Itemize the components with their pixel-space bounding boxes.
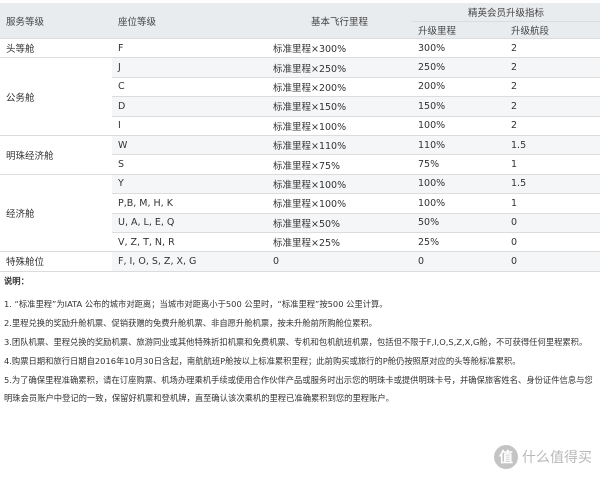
header-service-class: 服务等级 [0,3,112,39]
upgrade-segments-cell: 0 [505,213,600,233]
upgrade-segments-cell: 2 [505,96,600,117]
seat-class-cell: U, A, L, E, Q [112,213,267,233]
table-body: 头等舱 F 标准里程×300% 300% 2 公务舱 J 标准里程×250% 250% 2 C 标准里… [0,38,600,272]
seat-class-cell: C [112,77,267,98]
service-class-cell: 头等舱 [0,38,112,59]
note-item-2: 2.里程兑换的奖励升舱机票、促销获赠的免费升舱机票、非自愿升舱机票，按未升舱前所… [4,318,377,328]
seat-class-cell: J [112,57,267,78]
upgrade-segments-cell: 1 [505,193,600,214]
upgrade-miles-cell: 25% [412,232,505,253]
table-row: 头等舱 F 标准里程×300% 300% 2 [0,38,600,59]
mileage-table: 服务等级 座位等级 基本飞行里程 精英会员升级指标 升级里程 升级航段 头等舱 F… [0,3,600,272]
header-elite-upgrade: 精英会员升级指标 [412,3,600,22]
base-miles-cell: 标准里程×100% [267,116,412,136]
header-base-miles: 基本飞行里程 [267,3,412,39]
upgrade-segments-cell: 2 [505,77,600,98]
base-miles-cell: 0 [267,251,412,272]
base-miles-cell: 标准里程×250% [267,57,412,78]
base-miles-cell: 标准里程×50% [267,213,412,233]
upgrade-segments-cell: 2 [505,116,600,136]
table-row: 公务舱 J 标准里程×250% 250% 2 [0,57,600,136]
service-class-cell: 经济舱 [0,174,112,253]
upgrade-miles-cell: 100% [412,193,505,214]
upgrade-miles-cell: 50% [412,213,505,233]
seat-class-cell: I [112,116,267,136]
seat-class-cell: V, Z, T, N, R [112,232,267,253]
notes-section: 说明： 1. “标准里程”为IATA 公布的城市对距离；当城市对距离小于500 … [4,272,596,408]
note-item-4: 4.购票日期和旅行日期自2016年10月30日含起，南航航班P舱按以上标准累积里… [4,356,521,366]
seat-class-cell: W [112,135,267,156]
base-miles-cell: 标准里程×150% [267,96,412,117]
note-item-5: 5.为了确保里程准确累积，请在订座购票、机场办理乘机手续或使用合作伙伴产品或服务… [4,375,593,403]
table-row: 经济舱 Y 标准里程×100% 100% 1.5 [0,174,600,253]
watermark: 值 什么值得买 [494,445,592,469]
watermark-text: 什么值得买 [522,450,592,466]
upgrade-miles-cell: 250% [412,57,505,78]
service-class-cell: 明珠经济舱 [0,135,112,175]
base-miles-cell: 标准里程×75% [267,154,412,175]
upgrade-segments-cell: 1.5 [505,174,600,195]
header-upgrade-miles: 升级里程 [412,21,505,39]
upgrade-miles-cell: 200% [412,77,505,98]
service-class-cell: 公务舱 [0,57,112,136]
base-miles-cell: 标准里程×300% [267,38,412,59]
base-miles-cell: 标准里程×25% [267,232,412,253]
note-item-3: 3.团队机票、里程兑换的奖励机票、旅游同业或其他特殊折扣机票和免费机票、专机和包… [4,337,588,347]
notes-title: 说明： [4,276,29,286]
upgrade-miles-cell: 100% [412,174,505,195]
smzdm-logo-icon: 值 [494,445,518,469]
table-row: 特殊舱位 F, I, O, S, Z, X, G000 [0,251,600,272]
seat-class-cell: P,B, M, H, K [112,193,267,214]
upgrade-miles-cell: 100% [412,116,505,136]
header-seat-class: 座位等级 [112,3,267,39]
service-class-cell: 特殊舱位 [0,251,112,272]
upgrade-segments-cell: 1 [505,154,600,175]
upgrade-miles-cell: 75% [412,154,505,175]
upgrade-segments-cell: 2 [505,57,600,78]
seat-class-cell: D [112,96,267,117]
base-miles-cell: 标准里程×110% [267,135,412,156]
upgrade-miles-cell: 110% [412,135,505,156]
header-upgrade-segments: 升级航段 [505,21,600,39]
seat-class-cell: F [112,38,267,59]
upgrade-segments-cell: 2 [505,38,600,59]
upgrade-miles-cell: 150% [412,96,505,117]
seat-class-cell: Y [112,174,267,195]
seat-class-cell: F, I, O, S, Z, X, G [112,251,267,272]
base-miles-cell: 标准里程×100% [267,174,412,195]
upgrade-segments-cell: 1.5 [505,135,600,156]
seat-class-cell: S [112,154,267,175]
upgrade-segments-cell: 0 [505,251,600,272]
upgrade-miles-cell: 0 [412,251,505,272]
table-row: 明珠经济舱 W 标准里程×110% 110% 1.5 [0,135,600,175]
note-item-1: 1. “标准里程”为IATA 公布的城市对距离；当城市对距离小于500 公里时，… [4,299,388,309]
base-miles-cell: 标准里程×200% [267,77,412,98]
upgrade-miles-cell: 300% [412,38,505,59]
base-miles-cell: 标准里程×100% [267,193,412,214]
upgrade-segments-cell: 0 [505,232,600,253]
